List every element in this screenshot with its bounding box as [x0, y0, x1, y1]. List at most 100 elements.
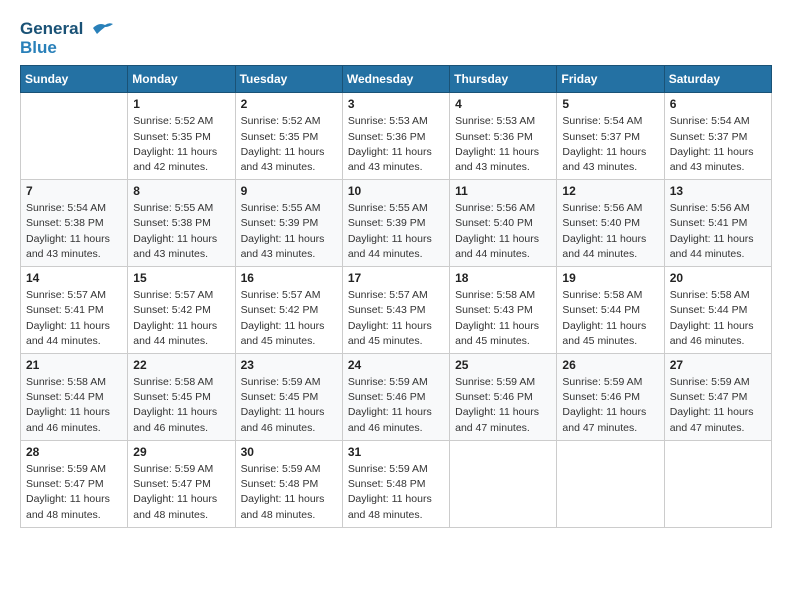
calendar-cell: 20 Sunrise: 5:58 AM Sunset: 5:44 PM Dayli… [664, 267, 771, 354]
calendar-week-row: 7Sunrise: 5:54 AM Sunset: 5:38 PM Daylig… [21, 180, 772, 267]
calendar-table: Sunday Monday Tuesday Wednesday Thursday… [20, 65, 772, 527]
header-thursday: Thursday [450, 66, 557, 93]
day-info: Sunrise: 5:59 AM Sunset: 5:45 PM Dayligh… [241, 375, 337, 436]
calendar-cell: 11 Sunrise: 5:56 AM Sunset: 5:40 PM Dayli… [450, 180, 557, 267]
calendar-cell: 17 Sunrise: 5:57 AM Sunset: 5:43 PM Dayli… [342, 267, 449, 354]
day-number: 15 [133, 271, 229, 285]
calendar-week-row: 1 Sunrise: 5:52 AM Sunset: 5:35 PM Daylig… [21, 93, 772, 180]
calendar-cell: 13Sunrise: 5:56 AM Sunset: 5:41 PM Dayli… [664, 180, 771, 267]
day-info: Sunrise: 5:55 AM Sunset: 5:39 PM Dayligh… [241, 201, 337, 262]
day-number: 9 [241, 184, 337, 198]
day-info: Sunrise: 5:52 AM Sunset: 5:35 PM Dayligh… [241, 114, 337, 175]
calendar-cell: 15 Sunrise: 5:57 AM Sunset: 5:42 PM Dayli… [128, 267, 235, 354]
logo: General Blue [20, 20, 113, 57]
calendar-cell: 22 Sunrise: 5:58 AM Sunset: 5:45 PM Dayli… [128, 354, 235, 441]
day-info: Sunrise: 5:59 AM Sunset: 5:46 PM Dayligh… [562, 375, 658, 436]
calendar-cell: 12Sunrise: 5:56 AM Sunset: 5:40 PM Dayli… [557, 180, 664, 267]
calendar-cell: 10Sunrise: 5:55 AM Sunset: 5:39 PM Dayli… [342, 180, 449, 267]
day-info: Sunrise: 5:57 AM Sunset: 5:41 PM Dayligh… [26, 288, 122, 349]
calendar-cell [557, 440, 664, 527]
day-info: Sunrise: 5:54 AM Sunset: 5:37 PM Dayligh… [670, 114, 766, 175]
day-number: 10 [348, 184, 444, 198]
day-info: Sunrise: 5:59 AM Sunset: 5:48 PM Dayligh… [348, 462, 444, 523]
calendar-cell: 29Sunrise: 5:59 AM Sunset: 5:47 PM Dayli… [128, 440, 235, 527]
day-info: Sunrise: 5:53 AM Sunset: 5:36 PM Dayligh… [455, 114, 551, 175]
day-info: Sunrise: 5:57 AM Sunset: 5:43 PM Dayligh… [348, 288, 444, 349]
calendar-cell [21, 93, 128, 180]
calendar-cell: 21 Sunrise: 5:58 AM Sunset: 5:44 PM Dayli… [21, 354, 128, 441]
calendar-cell [450, 440, 557, 527]
day-number: 30 [241, 445, 337, 459]
day-info: Sunrise: 5:59 AM Sunset: 5:48 PM Dayligh… [241, 462, 337, 523]
calendar-cell: 14 Sunrise: 5:57 AM Sunset: 5:41 PM Dayli… [21, 267, 128, 354]
calendar-header-row: Sunday Monday Tuesday Wednesday Thursday… [21, 66, 772, 93]
calendar-cell: 30 Sunrise: 5:59 AM Sunset: 5:48 PM Dayli… [235, 440, 342, 527]
day-number: 21 [26, 358, 122, 372]
day-number: 11 [455, 184, 551, 198]
day-info: Sunrise: 5:54 AM Sunset: 5:38 PM Dayligh… [26, 201, 122, 262]
calendar-cell: 4 Sunrise: 5:53 AM Sunset: 5:36 PM Daylig… [450, 93, 557, 180]
calendar-week-row: 28 Sunrise: 5:59 AM Sunset: 5:47 PM Dayli… [21, 440, 772, 527]
title-section [113, 20, 772, 22]
calendar-cell: 26 Sunrise: 5:59 AM Sunset: 5:46 PM Dayli… [557, 354, 664, 441]
calendar-cell: 31 Sunrise: 5:59 AM Sunset: 5:48 PM Dayli… [342, 440, 449, 527]
header-monday: Monday [128, 66, 235, 93]
day-info: Sunrise: 5:55 AM Sunset: 5:38 PM Dayligh… [133, 201, 229, 262]
day-number: 27 [670, 358, 766, 372]
day-info: Sunrise: 5:54 AM Sunset: 5:37 PM Dayligh… [562, 114, 658, 175]
day-number: 13 [670, 184, 766, 198]
day-info: Sunrise: 5:58 AM Sunset: 5:44 PM Dayligh… [562, 288, 658, 349]
day-info: Sunrise: 5:56 AM Sunset: 5:40 PM Dayligh… [455, 201, 551, 262]
calendar-cell: 2 Sunrise: 5:52 AM Sunset: 5:35 PM Daylig… [235, 93, 342, 180]
day-info: Sunrise: 5:58 AM Sunset: 5:43 PM Dayligh… [455, 288, 551, 349]
header-tuesday: Tuesday [235, 66, 342, 93]
calendar-cell: 7Sunrise: 5:54 AM Sunset: 5:38 PM Daylig… [21, 180, 128, 267]
day-info: Sunrise: 5:58 AM Sunset: 5:45 PM Dayligh… [133, 375, 229, 436]
day-info: Sunrise: 5:59 AM Sunset: 5:47 PM Dayligh… [670, 375, 766, 436]
day-info: Sunrise: 5:58 AM Sunset: 5:44 PM Dayligh… [670, 288, 766, 349]
day-number: 31 [348, 445, 444, 459]
day-number: 24 [348, 358, 444, 372]
day-number: 28 [26, 445, 122, 459]
calendar-cell: 19Sunrise: 5:58 AM Sunset: 5:44 PM Dayli… [557, 267, 664, 354]
header-wednesday: Wednesday [342, 66, 449, 93]
day-number: 29 [133, 445, 229, 459]
day-info: Sunrise: 5:57 AM Sunset: 5:42 PM Dayligh… [133, 288, 229, 349]
day-number: 12 [562, 184, 658, 198]
calendar-cell: 27 Sunrise: 5:59 AM Sunset: 5:47 PM Dayli… [664, 354, 771, 441]
day-number: 2 [241, 97, 337, 111]
day-info: Sunrise: 5:58 AM Sunset: 5:44 PM Dayligh… [26, 375, 122, 436]
day-number: 17 [348, 271, 444, 285]
day-number: 3 [348, 97, 444, 111]
calendar-cell [664, 440, 771, 527]
day-info: Sunrise: 5:59 AM Sunset: 5:47 PM Dayligh… [26, 462, 122, 523]
calendar-cell: 1Sunrise: 5:52 AM Sunset: 5:35 PM Daylig… [128, 93, 235, 180]
day-number: 8 [133, 184, 229, 198]
calendar-cell: 23 Sunrise: 5:59 AM Sunset: 5:45 PM Dayli… [235, 354, 342, 441]
calendar-cell: 9 Sunrise: 5:55 AM Sunset: 5:39 PM Daylig… [235, 180, 342, 267]
calendar-cell: 24 Sunrise: 5:59 AM Sunset: 5:46 PM Dayli… [342, 354, 449, 441]
day-info: Sunrise: 5:57 AM Sunset: 5:42 PM Dayligh… [241, 288, 337, 349]
day-number: 22 [133, 358, 229, 372]
day-info: Sunrise: 5:59 AM Sunset: 5:46 PM Dayligh… [348, 375, 444, 436]
calendar-cell: 3Sunrise: 5:53 AM Sunset: 5:36 PM Daylig… [342, 93, 449, 180]
day-info: Sunrise: 5:59 AM Sunset: 5:46 PM Dayligh… [455, 375, 551, 436]
day-number: 14 [26, 271, 122, 285]
header-sunday: Sunday [21, 66, 128, 93]
day-number: 26 [562, 358, 658, 372]
calendar-cell: 16Sunrise: 5:57 AM Sunset: 5:42 PM Dayli… [235, 267, 342, 354]
day-number: 23 [241, 358, 337, 372]
header-friday: Friday [557, 66, 664, 93]
calendar-cell: 6Sunrise: 5:54 AM Sunset: 5:37 PM Daylig… [664, 93, 771, 180]
calendar-week-row: 21 Sunrise: 5:58 AM Sunset: 5:44 PM Dayli… [21, 354, 772, 441]
calendar-cell: 5 Sunrise: 5:54 AM Sunset: 5:37 PM Daylig… [557, 93, 664, 180]
logo-text: General Blue [20, 20, 113, 57]
day-number: 1 [133, 97, 229, 111]
day-number: 20 [670, 271, 766, 285]
day-number: 5 [562, 97, 658, 111]
day-number: 25 [455, 358, 551, 372]
day-number: 4 [455, 97, 551, 111]
logo-bird-icon [91, 20, 113, 36]
calendar-week-row: 14 Sunrise: 5:57 AM Sunset: 5:41 PM Dayli… [21, 267, 772, 354]
header-saturday: Saturday [664, 66, 771, 93]
